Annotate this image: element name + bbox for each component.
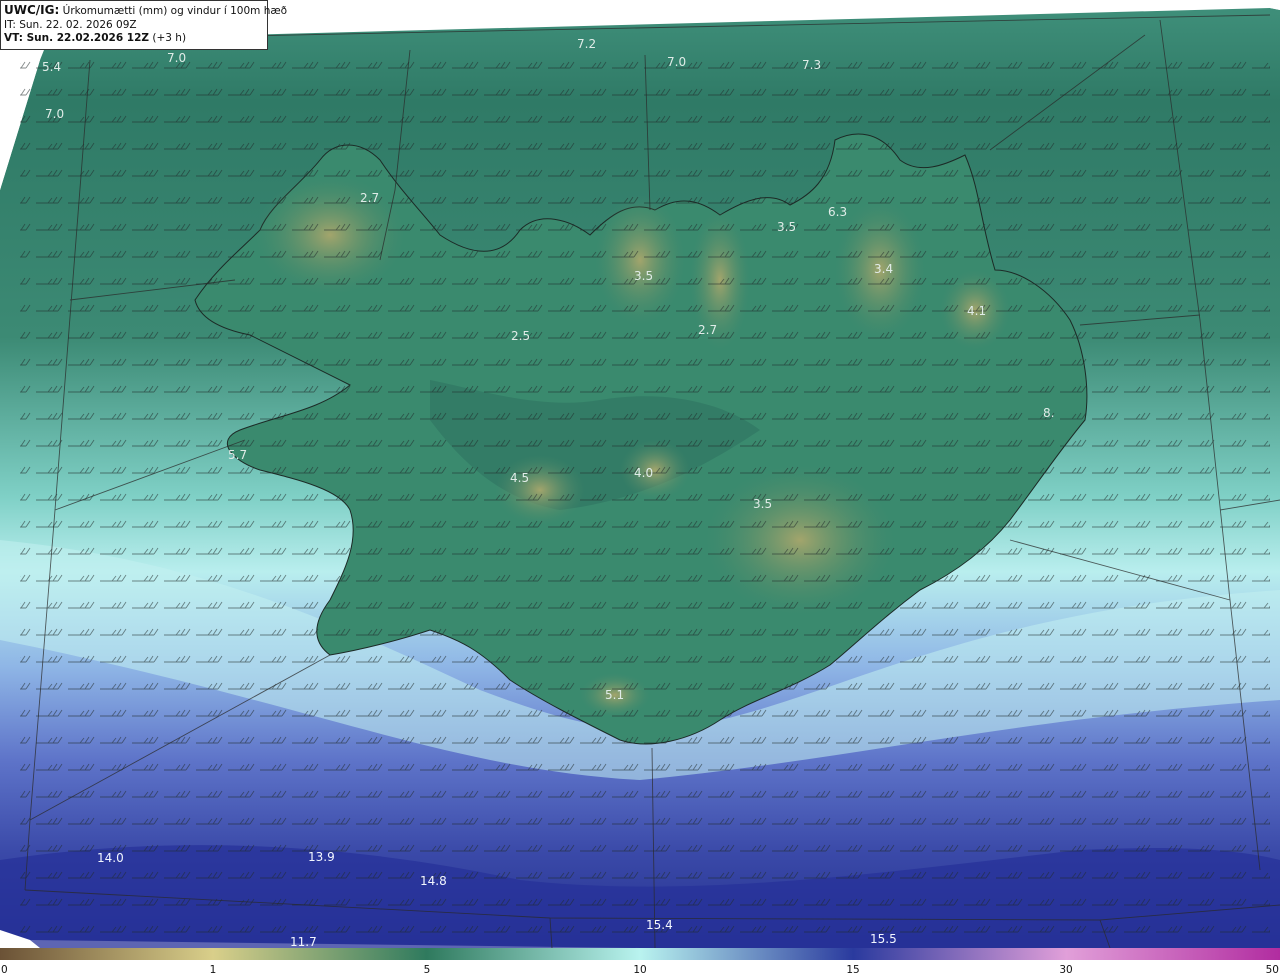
scale-tick-label: 1 (209, 964, 217, 976)
value-label: 15.4 (646, 918, 673, 932)
valid-time: VT: Sun. 22.02.2026 12Z (4, 32, 150, 44)
value-label: 8. (1043, 406, 1054, 420)
weather-map: 7.2 7.0 7.0 7.3 5.4 7.0 2.7 6.3 3.5 3.5 … (0, 0, 1280, 948)
value-label: 3.5 (777, 220, 796, 234)
wind-barbs (20, 60, 1270, 940)
value-label: 5.7 (228, 448, 247, 462)
value-label: 3.4 (874, 262, 893, 276)
value-label: 3.5 (634, 269, 653, 283)
value-label: 11.7 (290, 935, 317, 948)
model-tag: UWC/IG: (4, 3, 60, 17)
header-title-row: UWC/IG: Úrkomumætti (mm) og vindur í 100… (4, 3, 287, 19)
value-label: 14.0 (97, 851, 124, 865)
value-label: 2.7 (360, 191, 379, 205)
scale-tick-label: 10 (633, 964, 647, 976)
scale-tick-label: 50 (1265, 964, 1279, 976)
valid-time-row: VT: Sun. 22.02.2026 12Z (+3 h) (4, 32, 264, 46)
value-label: 7.0 (667, 55, 686, 69)
scale-tick-label: 15 (846, 964, 860, 976)
value-label: 7.0 (167, 51, 186, 65)
value-label: 7.2 (577, 37, 596, 51)
value-label: 7.0 (45, 107, 64, 121)
scale-tick-label: 0 (1, 964, 8, 976)
value-label: 2.7 (698, 323, 717, 337)
value-label: 13.9 (308, 850, 335, 864)
color-scale-labels: 0 1 5 10 15 30 50 (0, 960, 1280, 978)
value-label: 6.3 (828, 205, 847, 219)
value-label: 5.4 (42, 60, 61, 74)
value-label: 4.0 (634, 466, 653, 480)
value-label: 4.5 (510, 471, 529, 485)
map-title: Úrkomumætti (mm) og vindur í 100m hæð (62, 5, 288, 17)
value-label: 3.5 (753, 497, 772, 511)
value-label: 14.8 (420, 874, 447, 888)
scale-tick-label: 5 (423, 964, 431, 976)
color-scale-bar (0, 948, 1280, 960)
forecast-offset: (+3 h) (152, 32, 187, 44)
map-header: UWC/IG: Úrkomumætti (mm) og vindur í 100… (0, 0, 287, 50)
scale-tick-label: 30 (1059, 964, 1073, 976)
value-label: 7.3 (802, 58, 821, 72)
value-label: 5.1 (605, 688, 624, 702)
value-label: 2.5 (511, 329, 530, 343)
value-label: 4.1 (967, 304, 986, 318)
initial-time: IT: Sun. 22. 02. 2026 09Z (4, 18, 137, 31)
value-label: 15.5 (870, 932, 897, 946)
